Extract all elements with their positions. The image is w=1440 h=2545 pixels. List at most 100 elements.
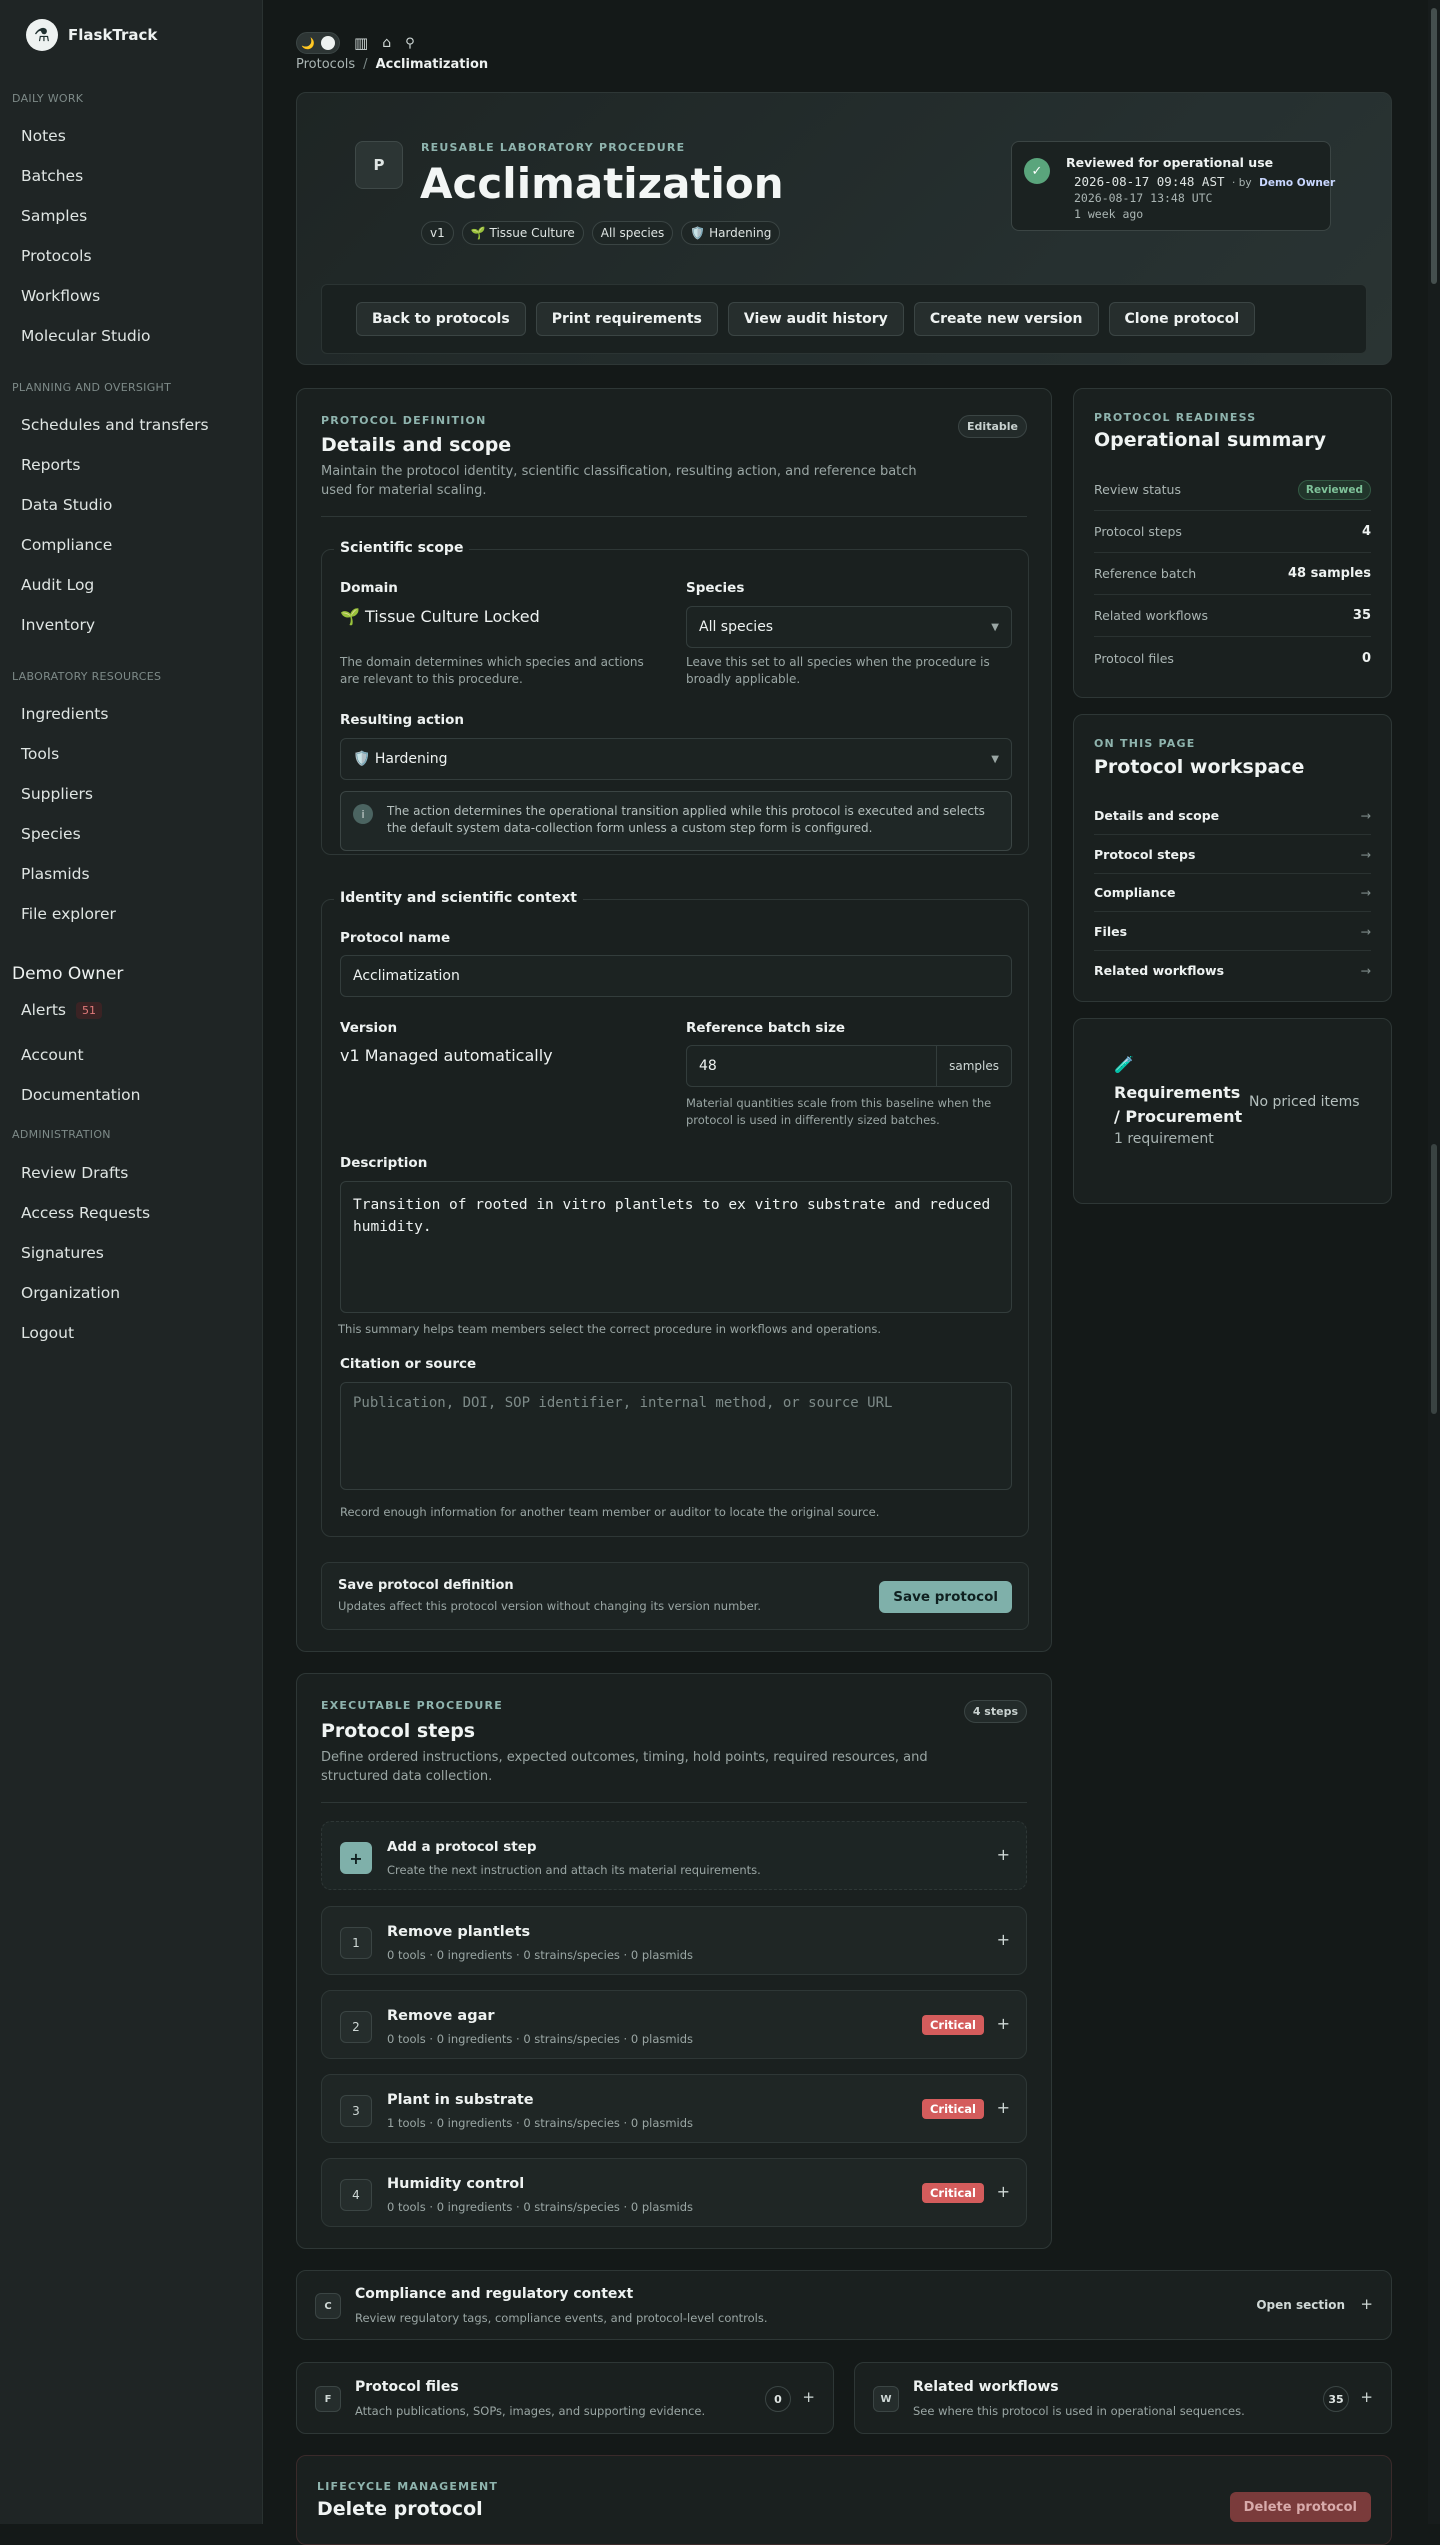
expand-icon[interactable]: + (997, 2098, 1010, 2117)
version-chip: v1 (421, 221, 454, 245)
nav-documentation[interactable]: Documentation (21, 1086, 141, 1104)
onpage-link[interactable]: Protocol steps → (1094, 836, 1371, 874)
expand-icon[interactable]: + (997, 1930, 1010, 1949)
review-by-user[interactable]: Demo Owner (1259, 177, 1335, 189)
arrow-right-icon: → (1360, 808, 1371, 823)
onpage-link[interactable]: Related workflows → (1094, 951, 1371, 989)
step-row[interactable]: 4 Humidity control 0 tools · 0 ingredients… (321, 2158, 1027, 2227)
create-new-version-button[interactable]: Create new version (913, 302, 1099, 336)
step-row[interactable]: 3 Plant in substrate 1 tools · 0 ingredien… (321, 2074, 1027, 2143)
review-time-local: 2026-08-17 09:48 AST (1074, 174, 1225, 189)
related-workflows-section[interactable]: W Related workflows See where this proto… (854, 2362, 1392, 2434)
nav-notes[interactable]: Notes (21, 127, 66, 145)
nav-review-drafts[interactable]: Review Drafts (21, 1164, 128, 1182)
nav-workflows[interactable]: Workflows (21, 287, 100, 305)
view-audit-history-button[interactable]: View audit history (727, 302, 904, 336)
nav-schedules[interactable]: Schedules and transfers (21, 416, 209, 434)
nav-reports[interactable]: Reports (21, 456, 80, 474)
batch-size-input[interactable] (687, 1058, 927, 1074)
user-name[interactable]: Demo Owner (12, 964, 123, 984)
divider (321, 1802, 1027, 1803)
batch-size-input-group: samples (686, 1045, 1012, 1087)
arrow-right-icon: → (1360, 885, 1371, 900)
divider (321, 516, 1027, 517)
open-section-link[interactable]: Open section (1256, 2298, 1345, 2312)
nav-access-requests[interactable]: Access Requests (21, 1204, 150, 1222)
nav-suppliers[interactable]: Suppliers (21, 785, 93, 803)
expand-icon[interactable]: + (997, 2014, 1010, 2033)
scrollbar-thumb-secondary[interactable] (1431, 1144, 1437, 1414)
back-to-protocols-button[interactable]: Back to protocols (356, 302, 526, 336)
page-scrollbar[interactable] (1428, 0, 1440, 2524)
nav-molecular-studio[interactable]: Molecular Studio (21, 327, 151, 345)
add-step-row[interactable]: + Add a protocol step Create the next in… (321, 1821, 1027, 1890)
expand-icon[interactable]: + (802, 2388, 815, 2406)
print-requirements-button[interactable]: Print requirements (535, 302, 718, 336)
readiness-eyebrow: PROTOCOL READINESS (1094, 411, 1257, 424)
description-textarea[interactable]: Transition of rooted in vitro plantlets … (340, 1181, 1012, 1313)
main-content: 🌙 ▥ ⌂ ⚲ Protocols / Acclimatization P RE… (263, 0, 1428, 2545)
nav-organization[interactable]: Organization (21, 1284, 120, 1302)
nav-logout[interactable]: Logout (21, 1324, 74, 1342)
scrollbar-thumb[interactable] (1431, 8, 1437, 284)
brand[interactable]: ⚗ FlaskTrack (26, 18, 157, 52)
compliance-title: Compliance and regulatory context (355, 2286, 634, 2302)
hero-actions: Back to protocols Print requirements Vie… (321, 284, 1367, 354)
readiness-row-batch: Reference batch 48 samples (1094, 553, 1371, 595)
onpage-link-label: Protocol steps (1094, 846, 1196, 862)
nav-data-studio[interactable]: Data Studio (21, 496, 112, 514)
columns-icon[interactable]: ▥ (354, 34, 368, 52)
step-title: Remove plantlets (387, 1924, 531, 1940)
nav-tools[interactable]: Tools (21, 745, 59, 763)
onpage-link[interactable]: Details and scope → (1094, 797, 1371, 835)
citation-label: Citation or source (340, 1356, 477, 1372)
breadcrumb-protocols[interactable]: Protocols (296, 57, 355, 72)
step-row[interactable]: 1 Remove plantlets 0 tools · 0 ingredients… (321, 1906, 1027, 1975)
expand-icon[interactable]: + (1360, 2295, 1373, 2313)
requirements-card[interactable]: 🧪 Requirements / Procurement 1 requireme… (1073, 1018, 1392, 1204)
requirements-title-line2: / Procurement (1114, 1107, 1243, 1126)
save-protocol-button[interactable]: Save protocol (879, 1581, 1012, 1613)
nav-signatures[interactable]: Signatures (21, 1244, 104, 1262)
nav-compliance[interactable]: Compliance (21, 536, 112, 554)
nav-account[interactable]: Account (21, 1046, 84, 1064)
nav-plasmids[interactable]: Plasmids (21, 865, 90, 883)
citation-textarea[interactable]: Publication, DOI, SOP identifier, intern… (340, 1382, 1012, 1490)
delete-protocol-button[interactable]: Delete protocol (1229, 2492, 1371, 2522)
row-label: Related workflows (1094, 608, 1208, 623)
protocol-files-section[interactable]: F Protocol files Attach publications, SO… (296, 2362, 834, 2434)
step-number: 2 (340, 2011, 372, 2043)
nav-file-explorer[interactable]: File explorer (21, 905, 116, 923)
nav-species[interactable]: Species (21, 825, 81, 843)
expand-icon[interactable]: + (997, 2182, 1010, 2201)
nav-ingredients[interactable]: Ingredients (21, 705, 108, 723)
resulting-action-select[interactable]: 🛡️ Hardening ▼ (340, 738, 1012, 780)
expand-icon[interactable]: + (1360, 2388, 1373, 2406)
row-value: 48 samples (1288, 566, 1371, 581)
step-meta: 0 tools · 0 ingredients · 0 strains/spec… (387, 1948, 694, 1962)
action-info-text: The action determines the operational tr… (387, 804, 985, 835)
theme-toggle[interactable]: 🌙 (296, 32, 340, 54)
save-description: Updates affect this protocol version wit… (338, 1599, 761, 1613)
onpage-link-label: Related workflows (1094, 962, 1225, 978)
nav-samples[interactable]: Samples (21, 207, 87, 225)
nav-batches[interactable]: Batches (21, 167, 83, 185)
nav-protocols[interactable]: Protocols (21, 247, 92, 265)
add-icon: + (340, 1842, 372, 1874)
expand-icon[interactable]: + (997, 1845, 1010, 1864)
clone-protocol-button[interactable]: Clone protocol (1108, 302, 1256, 336)
protocol-definition-card: PROTOCOL DEFINITION Details and scope Ed… (296, 388, 1052, 1652)
onpage-link[interactable]: Compliance → (1094, 874, 1371, 912)
nav-inventory[interactable]: Inventory (21, 616, 95, 634)
species-select[interactable]: All species ▼ (686, 606, 1012, 648)
domain-help: The domain determines which species and … (340, 655, 644, 686)
onpage-link[interactable]: Files → (1094, 913, 1371, 951)
search-icon[interactable]: ⚲ (405, 36, 415, 51)
nav-audit-log[interactable]: Audit Log (21, 576, 94, 594)
identity-legend: Identity and scientific context (334, 890, 583, 906)
nav-alerts[interactable]: Alerts 51 (21, 1001, 102, 1019)
sitemap-icon[interactable]: ⌂ (382, 35, 391, 51)
step-row[interactable]: 2 Remove agar 0 tools · 0 ingredients · 0 … (321, 1990, 1027, 2059)
protocol-name-input[interactable] (340, 955, 1012, 997)
compliance-section[interactable]: C Compliance and regulatory context Revi… (296, 2270, 1392, 2340)
